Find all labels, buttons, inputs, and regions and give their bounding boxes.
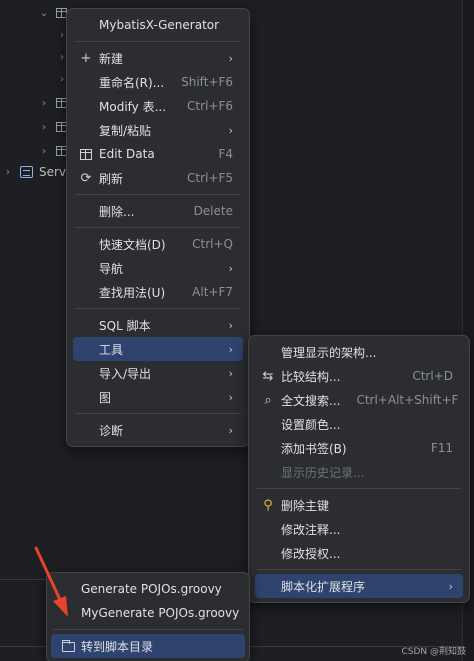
watermark: CSDN @荆知鼓 <box>401 647 466 657</box>
annotation-arrow <box>34 546 68 617</box>
